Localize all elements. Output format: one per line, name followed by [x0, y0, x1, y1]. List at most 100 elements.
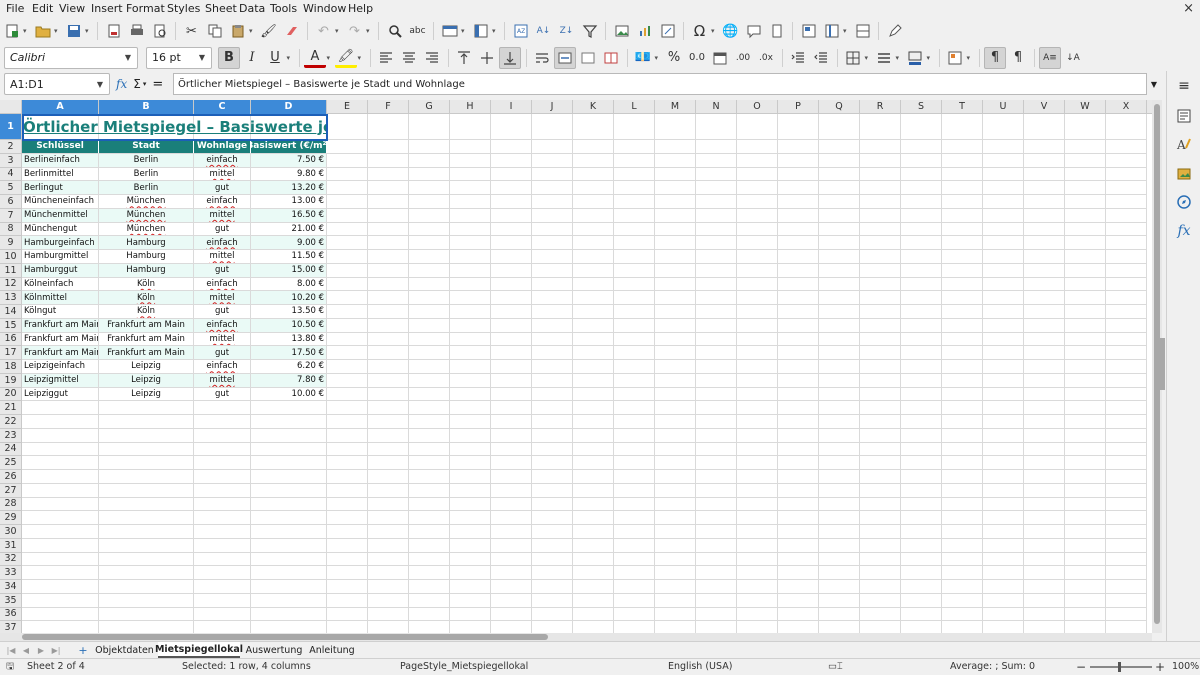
data-cell[interactable]: Berlin [99, 168, 193, 181]
row-header-26[interactable]: 26 [0, 470, 21, 484]
row-header-7[interactable]: 7 [0, 209, 21, 223]
menu-format[interactable]: Format [126, 0, 165, 17]
data-cell[interactable]: Hamburg [99, 250, 193, 263]
data-cell[interactable]: 9.80 € [251, 168, 326, 181]
data-cell[interactable]: Leipzigeinfach [22, 360, 98, 373]
data-cell[interactable]: 15.00 € [251, 263, 326, 277]
row-header-17[interactable]: 17 [0, 346, 21, 360]
data-cell[interactable]: einfach [194, 236, 250, 249]
data-cell[interactable]: 9.00 € [251, 236, 326, 249]
row-dropdown-icon[interactable]: ▾ [461, 27, 469, 35]
row-header-11[interactable]: 11 [0, 264, 21, 278]
spreadsheet-grid[interactable]: ABCDEFGHIJKLMNOPQRSTUVWX 1 2 3 4 5 6 7 8 9 10 11 12… [0, 100, 1152, 633]
row-header-14[interactable]: 14 [0, 305, 21, 319]
data-cell[interactable]: einfach [194, 318, 250, 332]
data-cell[interactable]: gut [194, 346, 250, 359]
data-cell[interactable]: Frankfurt am Main [99, 346, 193, 359]
function-wizard-icon[interactable]: fx [116, 77, 127, 91]
row-header-25[interactable]: 25 [0, 456, 21, 470]
column-heading-cell[interactable]: Basiswert (€/m²) [251, 140, 327, 153]
add-decimal-icon[interactable]: .00 [732, 47, 754, 69]
horizontal-scroll-thumb[interactable] [22, 634, 548, 640]
data-cell[interactable]: mittel [194, 291, 250, 304]
chevron-down-icon[interactable]: ▾ [143, 80, 147, 88]
row-header-30[interactable]: 30 [0, 525, 21, 539]
column-header-j[interactable]: J [532, 100, 573, 114]
row-header-13[interactable]: 13 [0, 291, 21, 305]
autofilter-icon[interactable] [579, 20, 601, 42]
chevron-down-icon[interactable]: ▼ [193, 48, 211, 68]
new-dropdown-icon[interactable]: ▾ [23, 27, 31, 35]
data-cell[interactable]: Leipzigmittel [22, 373, 98, 387]
column-heading-cell[interactable]: Stadt [99, 140, 194, 153]
data-cell[interactable]: einfach [194, 278, 250, 291]
insert-image-icon[interactable] [611, 20, 633, 42]
column-header-c[interactable]: C [194, 100, 251, 114]
row-header-2[interactable]: 2 [0, 140, 21, 154]
spelling-icon[interactable]: abc [407, 20, 429, 42]
wrap-text-icon[interactable] [531, 47, 553, 69]
data-cell[interactable]: Hamburg [99, 263, 193, 277]
column-header-f[interactable]: F [368, 100, 409, 114]
menu-data[interactable]: Data [239, 0, 265, 17]
data-cell[interactable]: Berlingut [22, 181, 98, 194]
navigator-icon[interactable] [1175, 193, 1193, 211]
data-cell[interactable]: Münchenmittel [22, 208, 98, 222]
print-preview-icon[interactable] [149, 20, 171, 42]
row-header-12[interactable]: 12 [0, 278, 21, 292]
align-left-icon[interactable] [375, 47, 397, 69]
data-cell[interactable]: Berlin [99, 153, 193, 167]
menu-window[interactable]: Window [303, 0, 346, 17]
underline-dropdown-icon[interactable]: ▾ [287, 54, 295, 62]
special-character-icon[interactable]: Ω [689, 20, 711, 42]
language[interactable]: English (USA) [668, 659, 732, 675]
sheet-tab-objektdaten[interactable]: Objektdaten [93, 642, 156, 658]
last-sheet-icon[interactable]: ▶| [49, 644, 63, 656]
freeze-dropdown-icon[interactable]: ▾ [843, 27, 851, 35]
column-icon[interactable] [470, 20, 492, 42]
conditional-format-icon[interactable] [944, 47, 966, 69]
data-cell[interactable]: 13.20 € [251, 181, 326, 194]
column-header-r[interactable]: R [860, 100, 901, 114]
save-dropdown-icon[interactable]: ▾ [85, 27, 93, 35]
font-color-dropdown-icon[interactable]: ▾ [327, 54, 335, 62]
column-header-q[interactable]: Q [819, 100, 860, 114]
column-header-u[interactable]: U [983, 100, 1024, 114]
data-cell[interactable]: 13.00 € [251, 195, 326, 208]
unmerge-cells-icon[interactable] [600, 47, 622, 69]
column-header-l[interactable]: L [614, 100, 655, 114]
properties-icon[interactable] [1175, 107, 1193, 125]
chevron-down-icon[interactable]: ▼ [119, 48, 137, 68]
export-pdf-icon[interactable] [103, 20, 125, 42]
data-cell[interactable]: Berlineinfach [22, 153, 98, 167]
row-header-35[interactable]: 35 [0, 594, 21, 608]
row-header-18[interactable]: 18 [0, 360, 21, 374]
row-header-37[interactable]: 37 [0, 621, 21, 633]
row-header-34[interactable]: 34 [0, 580, 21, 594]
column-header-i[interactable]: I [491, 100, 532, 114]
sum-icon[interactable]: Σ [133, 77, 141, 91]
sort-descending-icon[interactable]: Z↓ [556, 20, 578, 42]
border-color-icon[interactable] [904, 47, 926, 69]
italic-icon[interactable]: I [241, 47, 263, 69]
data-cell[interactable]: gut [194, 181, 250, 194]
special-character-dropdown-icon[interactable]: ▾ [711, 27, 719, 35]
row-header-36[interactable]: 36 [0, 608, 21, 622]
data-cell[interactable]: Hamburgeinfach [22, 236, 98, 249]
define-print-area-icon[interactable] [798, 20, 820, 42]
data-cell[interactable]: mittel [194, 208, 250, 222]
new-document-icon[interactable] [1, 20, 23, 42]
column-header-t[interactable]: T [942, 100, 983, 114]
data-cell[interactable]: einfach [194, 360, 250, 373]
column-heading-cell[interactable]: Wohnlage [194, 140, 251, 153]
data-cell[interactable]: 13.80 € [251, 333, 326, 346]
find-replace-icon[interactable] [384, 20, 406, 42]
data-cell[interactable]: Köln [99, 305, 193, 318]
column-header-x[interactable]: X [1106, 100, 1147, 114]
show-draw-functions-icon[interactable] [884, 20, 906, 42]
column-header-s[interactable]: S [901, 100, 942, 114]
sheet-tab-auswertung[interactable]: Auswertung [242, 642, 306, 658]
data-cell[interactable]: 16.50 € [251, 208, 326, 222]
data-cell[interactable]: Leipziggut [22, 388, 98, 401]
underline-icon[interactable]: U [264, 47, 286, 69]
